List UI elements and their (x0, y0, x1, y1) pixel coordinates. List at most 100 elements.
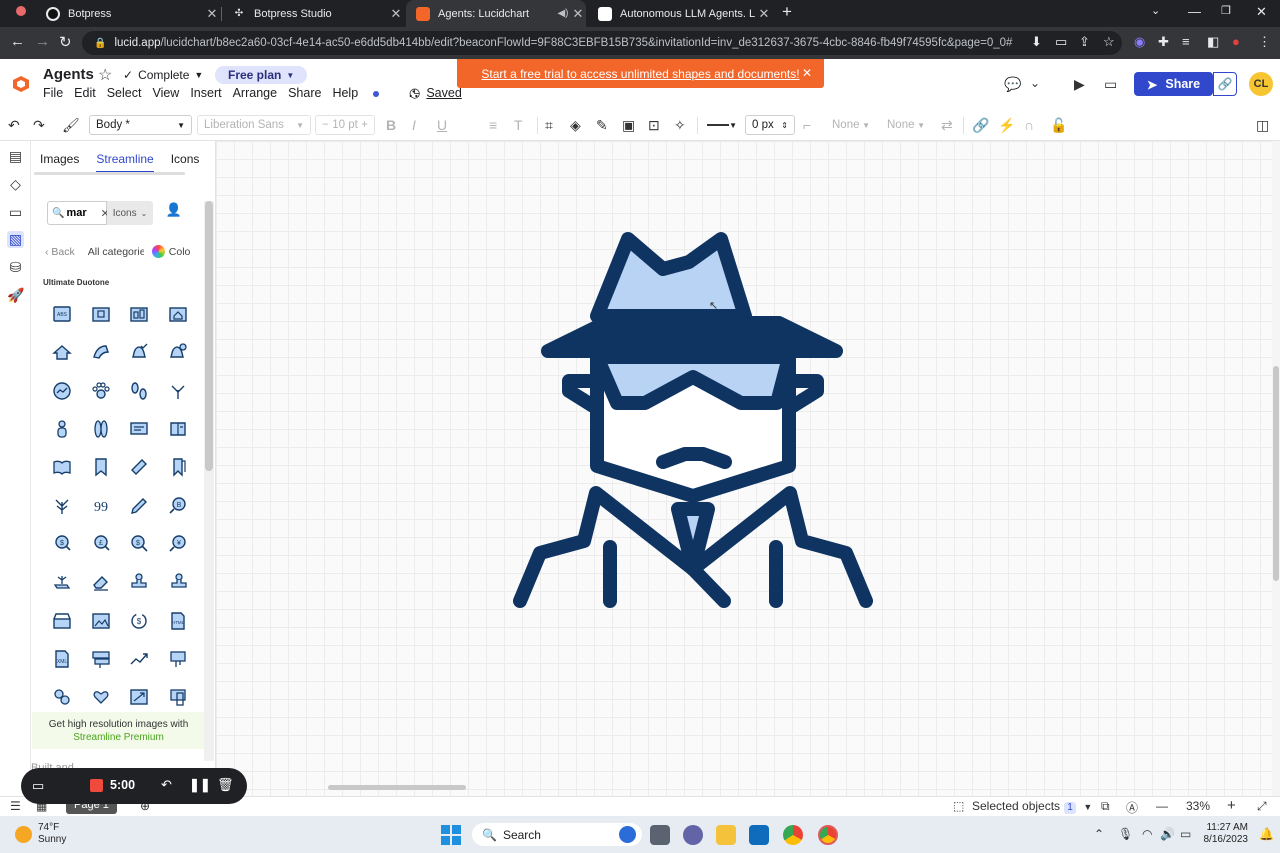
zoom-out-icon[interactable]: — (1156, 799, 1168, 813)
user-filter-icon[interactable]: 👤 (164, 202, 184, 224)
extension-icon[interactable]: ◉ (1134, 34, 1145, 50)
pause-icon[interactable]: ❚❚ (189, 777, 211, 793)
new-tab-icon[interactable]: + (782, 2, 792, 22)
avatar[interactable]: CL (1249, 72, 1273, 96)
menu-share[interactable]: Share (288, 86, 321, 101)
heart-hand-icon[interactable] (82, 678, 121, 716)
favorite-star-icon[interactable]: ☆ (98, 65, 112, 85)
notification-bell-icon[interactable]: 🔔 (1259, 827, 1274, 841)
forward-arrow-icon[interactable]: → (35, 33, 50, 50)
back-arrow-icon[interactable]: ← (10, 33, 25, 50)
format-painter-icon[interactable]: 🖌 (62, 117, 80, 134)
plant-hand-icon[interactable] (43, 563, 82, 601)
vine-icon[interactable] (43, 486, 82, 524)
opacity-icon[interactable]: ▣ (622, 117, 635, 134)
kebab-menu-icon[interactable]: ⋮ (1258, 34, 1271, 50)
tab-botpress-studio[interactable]: ✣ Botpress Studio ✕ (222, 0, 404, 27)
branch-icon[interactable] (159, 372, 198, 410)
approve-stamp-icon[interactable] (159, 563, 198, 601)
underline-icon[interactable]: U (437, 117, 447, 133)
bell-check-icon[interactable] (120, 333, 159, 371)
copy-icon[interactable]: ▭ (1055, 34, 1067, 50)
image-edit-icon[interactable]: ⊡ (648, 117, 660, 134)
zoom-in-icon[interactable]: + (1227, 797, 1236, 814)
all-categories-link[interactable]: All categorie (88, 246, 144, 258)
dollar-cycle-icon[interactable]: $ (120, 601, 159, 639)
chart-circle-icon[interactable] (43, 372, 82, 410)
text-options-icon[interactable]: T (514, 117, 523, 133)
book-icon[interactable] (159, 410, 198, 448)
eraser-icon[interactable] (82, 563, 121, 601)
plus-icon[interactable]: + (361, 119, 368, 131)
data-icon[interactable]: ∩ (1024, 117, 1034, 133)
abs-sign-icon[interactable]: ABS (43, 295, 82, 333)
image-gallery-icon[interactable] (82, 601, 121, 639)
bell-alert-icon[interactable] (159, 333, 198, 371)
tab-search-icon[interactable]: ⌄ (1151, 4, 1160, 17)
chrome-icon[interactable] (783, 825, 803, 845)
line-style-select[interactable]: ▼ (701, 115, 743, 135)
magic-wand-icon[interactable]: ✧ (674, 117, 686, 134)
dollar-search-icon[interactable]: $ (43, 525, 82, 563)
profile-icon[interactable]: ● (1232, 34, 1240, 49)
swap-arrows-icon[interactable]: ⇄ (941, 117, 953, 134)
chrome-active-icon[interactable] (818, 825, 838, 845)
minimize-icon[interactable]: — (1188, 4, 1201, 19)
menu-arrange[interactable]: Arrange (233, 86, 277, 101)
search-field[interactable]: 🔍 ✕ (47, 201, 110, 225)
panel-scrollbar[interactable] (204, 201, 214, 761)
tab-icons[interactable]: Icons (171, 152, 200, 173)
close-tab-icon[interactable]: ✕ (756, 6, 772, 22)
door-sign-icon[interactable] (159, 678, 198, 716)
bookmark-star-icon[interactable]: ☆ (1103, 34, 1115, 50)
footprints-icon[interactable] (120, 372, 159, 410)
stop-recording-icon[interactable] (90, 779, 103, 792)
menu-file[interactable]: File (43, 86, 63, 101)
comment-icon[interactable]: 💬 (1004, 76, 1021, 93)
shop-icon[interactable] (43, 601, 82, 639)
close-window-icon[interactable]: ✕ (1256, 4, 1267, 20)
bold-icon[interactable]: B (386, 117, 396, 133)
restart-icon[interactable]: ↶ (161, 777, 172, 793)
wifi-icon[interactable]: ◠ (1142, 827, 1152, 841)
speaker-icon[interactable]: ◀) (556, 8, 570, 19)
mic-icon[interactable]: ⬇ (1031, 34, 1042, 50)
canvas-scroll-thumb[interactable] (1273, 366, 1279, 581)
tab-streamline[interactable]: Streamline (96, 152, 154, 173)
undo-icon[interactable]: ↶ (8, 117, 20, 134)
location-house-icon[interactable] (43, 333, 82, 371)
reload-icon[interactable]: ↻ (59, 33, 72, 51)
pencil-icon[interactable] (120, 486, 159, 524)
list-icon[interactable]: ☰ (10, 799, 21, 813)
free-plan-button[interactable]: Free plan ▼ (215, 66, 308, 84)
trial-banner[interactable]: Start a free trial to access unlimited s… (457, 59, 824, 88)
color-filter-label[interactable]: Colo (169, 246, 191, 258)
billboard-icon[interactable] (120, 295, 159, 333)
system-clock[interactable]: 11:27 AM 8/16/2023 (1200, 822, 1249, 846)
html-file-icon[interactable]: HTML (159, 601, 198, 639)
copy-link-button[interactable]: 🔗 (1213, 72, 1237, 96)
menu-help[interactable]: Help (332, 86, 390, 101)
signpost-icon[interactable] (82, 640, 121, 678)
monitor-board-icon[interactable] (120, 410, 159, 448)
volume-icon[interactable]: 🔊 (1160, 827, 1175, 841)
line-end-select[interactable]: None ▼ (881, 115, 931, 135)
taskbar-search[interactable]: 🔍 Search (472, 823, 642, 846)
pages-icon[interactable]: ▤ (7, 148, 24, 165)
right-panel-toggle-icon[interactable]: ◫ (1256, 117, 1269, 134)
bookmark-icon[interactable] (82, 448, 121, 486)
color-wheel-icon[interactable] (151, 245, 165, 258)
saved-status[interactable]: ◷ Saved (409, 85, 462, 101)
xml-file-icon[interactable]: XML (43, 640, 82, 678)
task-view-icon[interactable] (650, 825, 670, 845)
data-icon[interactable]: ⛁ (7, 259, 24, 276)
premium-promo[interactable]: Get high resolution images with Streamli… (32, 712, 205, 749)
tab-images[interactable]: Images (40, 152, 79, 173)
settings-gears-icon[interactable] (43, 678, 82, 716)
menu-insert[interactable]: Insert (190, 86, 221, 101)
images-icon[interactable]: ▧ (7, 231, 24, 248)
house-sign-icon[interactable] (159, 295, 198, 333)
windows-start-icon[interactable] (441, 825, 461, 845)
trial-banner-link[interactable]: Start a free trial to access unlimited s… (481, 67, 799, 81)
tab-botpress[interactable]: Botpress ✕ (36, 0, 220, 27)
